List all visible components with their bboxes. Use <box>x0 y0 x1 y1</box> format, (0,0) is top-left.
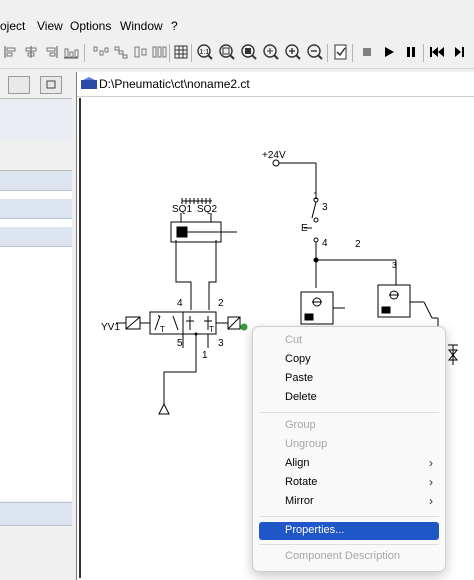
menu-item-ungroup[interactable]: Ungroup <box>259 436 439 454</box>
panel-header <box>0 98 72 141</box>
document-title: D:\Pneumatic\ct\noname2.ct <box>99 77 250 91</box>
align-right-icon[interactable] <box>42 42 60 62</box>
menu-item-copy[interactable]: Copy <box>259 351 439 369</box>
menu-separator <box>259 516 439 517</box>
menu-separator <box>259 412 439 413</box>
step-back-icon[interactable] <box>428 42 446 62</box>
menu-window[interactable]: Window <box>120 19 163 33</box>
zoom-in-icon[interactable] <box>284 42 302 62</box>
toolbar: 1:1 <box>0 38 474 69</box>
zoom-window-icon[interactable] <box>262 42 280 62</box>
zoom-out-icon[interactable] <box>306 42 324 62</box>
align-bottom-icon[interactable] <box>62 42 80 62</box>
app-logo-icon <box>81 77 97 89</box>
menu-bar: oject View Options Window ? <box>0 16 474 36</box>
distribute-center-icon[interactable] <box>132 42 150 62</box>
menu-options[interactable]: Options <box>70 19 111 33</box>
chevron-right-icon: › <box>429 456 433 470</box>
pause-icon[interactable] <box>402 42 420 62</box>
align-center-icon[interactable] <box>22 42 40 62</box>
menu-item-rotate[interactable]: Rotate › <box>259 474 439 492</box>
list-item[interactable] <box>0 227 72 247</box>
menu-item-align[interactable]: Align › <box>259 455 439 473</box>
panel-minimize-button[interactable] <box>8 76 30 94</box>
context-menu: Cut Copy Paste Delete Group Ungroup Alig… <box>252 326 446 572</box>
distribute-space-icon[interactable] <box>150 42 168 62</box>
canvas-border <box>79 98 81 578</box>
menu-item-properties[interactable]: Properties... <box>259 522 439 540</box>
menu-view[interactable]: View <box>37 19 63 33</box>
stop-icon[interactable] <box>358 42 376 62</box>
menu-item-component-description[interactable]: Component Description <box>259 548 439 566</box>
zoom-selection-icon[interactable] <box>240 42 258 62</box>
menu-separator <box>259 544 439 545</box>
menu-item-mirror[interactable]: Mirror › <box>259 493 439 511</box>
chevron-right-icon: › <box>429 475 433 489</box>
zoom-1to1-icon[interactable]: 1:1 <box>196 42 214 62</box>
panel-restore-button[interactable] <box>40 76 62 94</box>
check-icon[interactable] <box>332 42 350 62</box>
zoom-fit-icon[interactable] <box>218 42 236 62</box>
list-item[interactable] <box>0 502 72 526</box>
menu-project[interactable]: oject <box>0 19 25 33</box>
play-icon[interactable] <box>380 42 398 62</box>
menu-item-cut[interactable]: Cut <box>259 332 439 350</box>
chevron-right-icon: › <box>429 494 433 508</box>
distribute-h-icon[interactable] <box>92 42 110 62</box>
menu-item-paste[interactable]: Paste <box>259 370 439 388</box>
list-item[interactable] <box>0 171 72 191</box>
menu-item-delete[interactable]: Delete <box>259 389 439 407</box>
menu-item-group[interactable]: Group <box>259 417 439 435</box>
distribute-v-icon[interactable] <box>112 42 130 62</box>
skip-icon[interactable] <box>452 42 470 62</box>
align-left-icon[interactable] <box>2 42 20 62</box>
component-list <box>0 170 72 501</box>
svg-text:1:1: 1:1 <box>200 49 210 56</box>
menu-help[interactable]: ? <box>171 19 178 33</box>
left-panel <box>0 70 72 580</box>
list-item[interactable] <box>0 199 72 219</box>
document-titlebar: D:\Pneumatic\ct\noname2.ct <box>77 72 474 97</box>
grid-icon[interactable] <box>172 42 190 62</box>
